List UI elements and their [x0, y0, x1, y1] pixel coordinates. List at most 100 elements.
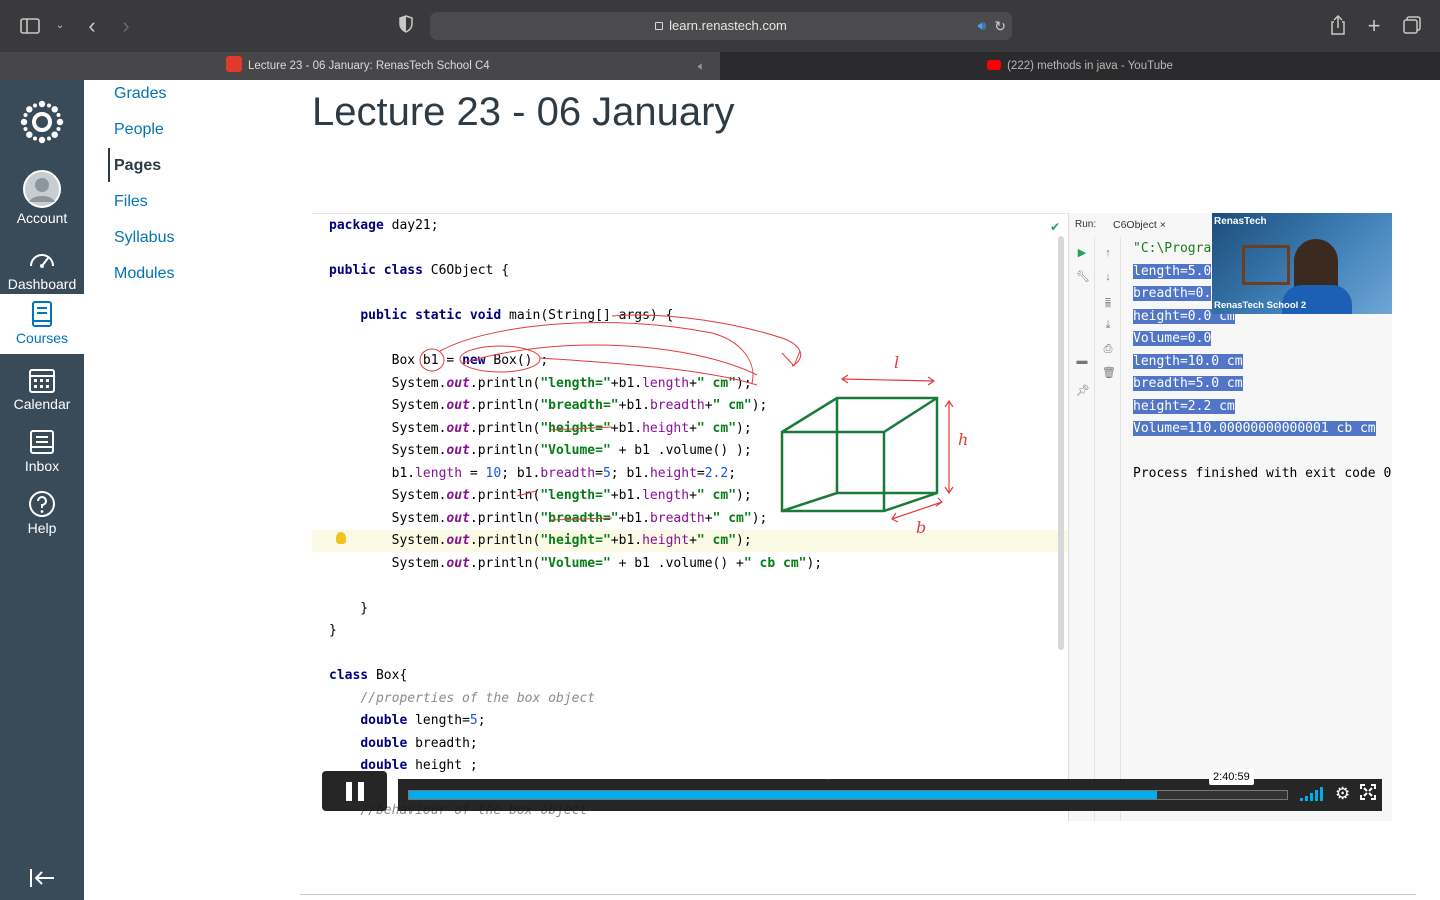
nav-help[interactable]: Help	[0, 484, 84, 546]
code-line: public static void main(String[] args) {	[360, 308, 674, 323]
course-nav-files[interactable]: Files	[114, 193, 148, 211]
tab-youtube[interactable]: (222) methods in java - YouTube	[720, 52, 1440, 80]
time-tooltip: 2:40:59	[1209, 769, 1254, 785]
reload-icon[interactable]: ↻	[994, 12, 1006, 40]
code-line: double length=5;	[360, 713, 486, 728]
share-icon[interactable]	[1326, 14, 1350, 38]
code-line: System.out.println("breadth="+b1.breadth…	[329, 398, 768, 413]
course-nav-modules[interactable]: Modules	[114, 265, 174, 283]
pin-icon: 📌︎	[1076, 385, 1090, 397]
collapse-nav-icon[interactable]	[28, 866, 56, 890]
arrow-down-icon: ↓	[1105, 271, 1111, 283]
nav-label: Courses	[15, 330, 69, 346]
settings-icon[interactable]: ⚙	[1335, 784, 1350, 804]
webcam-overlay: RenasTech RenasTech School 2	[1212, 213, 1392, 314]
courses-icon	[32, 301, 52, 327]
code-line: System.out.println("length="+b1.length+"…	[329, 488, 752, 503]
tab-title: (222) methods in java - YouTube	[1007, 60, 1173, 72]
code-line: Box b1 = new Box() ;	[329, 353, 549, 368]
pause-icon-bar	[358, 782, 364, 801]
address-bar[interactable]: learn.renastech.com 🔊︎ ↻	[430, 12, 1012, 40]
trash-icon: 🗑︎	[1102, 367, 1116, 379]
nav-label: Calendar	[13, 396, 71, 412]
run-icon: ▶	[1077, 247, 1087, 259]
console-line: breadth=5.0 cm	[1133, 376, 1243, 391]
lightbulb-icon	[336, 532, 346, 544]
run-toolbar-secondary: ↑ ↓ ■ ≡ ⤓ ⎙ 🗑︎	[1095, 237, 1121, 821]
course-nav-people[interactable]: People	[114, 121, 164, 139]
lecture-video[interactable]: package day21; public class C6Object { pu…	[312, 213, 1392, 821]
arrow-up-icon: ↑	[1105, 247, 1111, 259]
code-line: b1.length = 10; b1.breadth=5; b1.height=…	[329, 465, 737, 481]
pause-button[interactable]	[322, 771, 387, 811]
global-navigation: Account Dashboard Courses Calendar Inbox…	[0, 80, 84, 900]
sound-playing-icon[interactable]: 🔊︎	[978, 12, 986, 40]
run-config-tab: C6Object ×	[1113, 219, 1166, 231]
code-line: System.out.println("Volume=" + b1 .volum…	[329, 443, 752, 458]
tab-canvas-lecture[interactable]: Lecture 23 - 06 January: RenasTech Schoo…	[0, 52, 720, 80]
inbox-icon	[30, 430, 54, 454]
tab-audio-icon[interactable]: 🔈︎	[698, 52, 705, 80]
console-line: breadth=0.	[1133, 286, 1212, 301]
code-line: public class C6Object {	[329, 263, 510, 278]
tab-overview-icon[interactable]	[1400, 14, 1424, 38]
account-icon	[23, 170, 61, 208]
calendar-icon	[29, 369, 55, 393]
progress-bar[interactable]	[408, 790, 1288, 800]
run-label: Run:	[1075, 219, 1097, 230]
code-line: System.out.println("height="+b1.height+"…	[312, 530, 1068, 552]
nav-label: Account	[16, 210, 68, 226]
console-line: Process finished with exit code 0	[1133, 466, 1392, 481]
course-nav-pages[interactable]: Pages	[114, 157, 161, 175]
code-line: System.out.println("Volume=" + b1 .volum…	[329, 555, 823, 571]
nav-calendar[interactable]: Calendar	[0, 360, 84, 422]
help-icon	[29, 491, 55, 517]
run-toolbar: ▶ 🔧︎ ▬ 📌︎	[1069, 237, 1095, 821]
active-indicator	[108, 148, 110, 182]
chevron-down-icon[interactable]: ⌄	[48, 14, 72, 38]
nav-label: Help	[27, 520, 57, 536]
forward-icon[interactable]: ›	[114, 14, 138, 38]
nav-courses[interactable]: Courses	[0, 294, 84, 354]
console-line: "C:\Progra	[1133, 241, 1212, 256]
nav-label: Dashboard	[7, 276, 77, 292]
pause-icon	[346, 782, 352, 801]
console-line: length=5.0	[1133, 263, 1212, 279]
player-bar: 2:40:59 ⚙	[398, 769, 1382, 811]
back-icon[interactable]: ‹	[80, 14, 104, 38]
check-icon: ✔	[1050, 220, 1061, 234]
wrap-icon: ≡	[1104, 295, 1112, 307]
code-line: System.out.println("length="+b1.length+"…	[329, 375, 752, 391]
console-line: Volume=110.00000000000001 cb cm	[1133, 421, 1376, 436]
tab-bar: Lecture 23 - 06 January: RenasTech Schoo…	[0, 52, 1440, 80]
print-icon: ⎙	[1103, 343, 1113, 355]
new-tab-icon[interactable]: +	[1362, 14, 1386, 38]
code-line: package day21;	[329, 218, 439, 233]
code-line: }	[329, 600, 369, 616]
course-nav-grades[interactable]: Grades	[114, 85, 166, 103]
canvas-logo-icon[interactable]	[20, 100, 64, 144]
webcam-shelf	[1242, 245, 1290, 285]
sidebar-toggle-icon[interactable]	[18, 14, 42, 38]
course-nav-syllabus[interactable]: Syllabus	[114, 229, 174, 247]
volume-icon[interactable]	[1300, 787, 1326, 801]
nav-label: Inbox	[24, 458, 60, 474]
code-line: }	[329, 623, 337, 638]
webcam-brand: RenasTech	[1214, 216, 1267, 227]
wrench-icon: 🔧︎	[1076, 271, 1090, 283]
nav-dashboard[interactable]: Dashboard	[0, 240, 84, 302]
page-title: Lecture 23 - 06 January	[312, 90, 735, 134]
fullscreen-icon[interactable]	[1360, 784, 1376, 805]
layout-icon: ▬	[1076, 355, 1088, 367]
content-divider	[300, 894, 1416, 895]
nav-account[interactable]: Account	[0, 170, 84, 234]
shield-icon[interactable]	[394, 14, 418, 38]
nav-inbox[interactable]: Inbox	[0, 422, 84, 484]
code-line: class Box{	[329, 668, 408, 683]
webcam-caption: RenasTech School 2	[1214, 300, 1307, 311]
code-line: System.out.println("height="+b1.height+"…	[329, 420, 752, 436]
